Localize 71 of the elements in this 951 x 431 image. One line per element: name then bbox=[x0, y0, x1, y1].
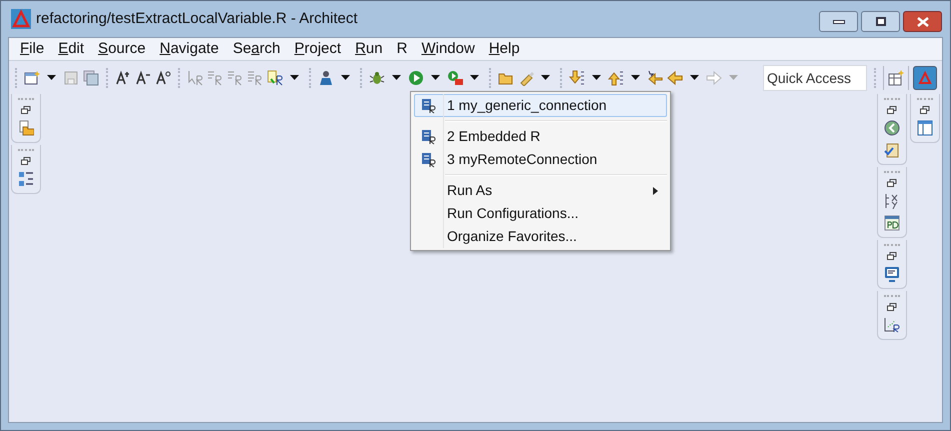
open-perspective-icon[interactable] bbox=[888, 70, 904, 86]
menu-item[interactable]: 3 myRemoteConnection bbox=[414, 148, 667, 171]
dropdown-caret-icon[interactable] bbox=[431, 75, 440, 80]
close-button[interactable] bbox=[903, 11, 942, 32]
submenu-arrow-icon bbox=[653, 186, 658, 194]
app-logo-icon bbox=[918, 70, 932, 84]
dropdown-caret-icon[interactable] bbox=[470, 75, 479, 80]
close-icon bbox=[916, 16, 928, 26]
dropdown-caret-icon[interactable] bbox=[341, 75, 350, 80]
menu-bar-item[interactable]: Edit bbox=[54, 38, 88, 60]
perspective-button[interactable] bbox=[913, 66, 937, 90]
minimize-button[interactable] bbox=[819, 11, 858, 32]
run-icon[interactable] bbox=[408, 70, 424, 86]
reset-font-icon[interactable] bbox=[155, 70, 171, 86]
person-icon[interactable] bbox=[318, 70, 334, 86]
window-layout-icon[interactable] bbox=[917, 120, 933, 136]
menu-item[interactable]: Organize Favorites... bbox=[414, 225, 667, 248]
restore-icon[interactable] bbox=[21, 157, 31, 165]
document-folder-icon[interactable] bbox=[18, 120, 34, 136]
restore-icon[interactable] bbox=[887, 252, 897, 260]
dropdown-caret-icon[interactable] bbox=[392, 75, 401, 80]
restore-icon[interactable] bbox=[887, 106, 897, 114]
outline-icon[interactable] bbox=[18, 171, 34, 187]
app-logo-icon bbox=[11, 9, 31, 29]
last-edit-icon[interactable] bbox=[647, 70, 663, 86]
bug-icon[interactable] bbox=[369, 70, 385, 86]
menu-bar-item[interactable]: Search bbox=[228, 38, 284, 60]
menu-bar-item[interactable]: Run bbox=[351, 38, 387, 60]
restore-icon[interactable] bbox=[887, 303, 897, 311]
restore-icon[interactable] bbox=[21, 106, 31, 114]
back-icon[interactable] bbox=[667, 70, 683, 86]
menu-item[interactable]: Run As bbox=[414, 179, 667, 202]
console-icon[interactable] bbox=[884, 266, 900, 282]
dropdown-caret-icon[interactable] bbox=[541, 75, 550, 80]
run-file-r-icon[interactable] bbox=[267, 70, 283, 86]
dropdown-caret-icon[interactable] bbox=[631, 75, 640, 80]
menu-bar-item[interactable]: File bbox=[16, 38, 48, 60]
menu-bar-item[interactable]: Source bbox=[94, 38, 150, 60]
new-window-icon[interactable] bbox=[24, 70, 40, 86]
external-tool-icon[interactable] bbox=[447, 70, 463, 86]
increase-font-icon[interactable] bbox=[115, 70, 131, 86]
tasks-icon[interactable] bbox=[884, 142, 900, 158]
history-icon[interactable] bbox=[884, 120, 900, 136]
dropdown-caret-icon[interactable] bbox=[47, 75, 56, 80]
r-console-icon bbox=[421, 98, 437, 114]
menu-bar-item[interactable]: Project bbox=[290, 38, 346, 60]
save-all-icon[interactable] bbox=[83, 70, 99, 86]
r-console-icon bbox=[421, 128, 437, 144]
dropdown-caret-icon[interactable] bbox=[592, 75, 601, 80]
dropdown-caret-icon[interactable] bbox=[290, 75, 299, 80]
menu-bar-item[interactable]: Navigate bbox=[156, 38, 223, 60]
menu-bar-item[interactable]: Window bbox=[417, 38, 479, 60]
help-document-icon[interactable] bbox=[884, 215, 900, 231]
menu-bar-item[interactable]: R bbox=[392, 38, 412, 60]
next-annotation-icon[interactable] bbox=[569, 70, 585, 86]
r-console-icon bbox=[421, 152, 437, 168]
menu-bar-item[interactable]: Help bbox=[484, 38, 524, 60]
menu-item[interactable]: 2 Embedded R bbox=[414, 125, 667, 148]
maximize-button[interactable] bbox=[861, 11, 900, 32]
previous-annotation-icon[interactable] bbox=[608, 70, 624, 86]
restore-icon[interactable] bbox=[887, 179, 897, 187]
marker-icon[interactable] bbox=[518, 70, 534, 86]
restore-icon[interactable] bbox=[920, 106, 930, 114]
window-title: refactoring/testExtractLocalVariable.R - Architect bbox=[36, 8, 358, 29]
decrease-font-icon[interactable] bbox=[135, 70, 151, 86]
quick-access-field[interactable]: Quick Access bbox=[763, 64, 867, 90]
variables-icon[interactable] bbox=[884, 193, 900, 209]
dropdown-caret-icon[interactable] bbox=[690, 75, 699, 80]
plot-icon[interactable] bbox=[884, 317, 900, 333]
menu-item[interactable]: 1 my_generic_connection bbox=[414, 94, 667, 117]
menu-item[interactable]: Run Configurations... bbox=[414, 202, 667, 225]
